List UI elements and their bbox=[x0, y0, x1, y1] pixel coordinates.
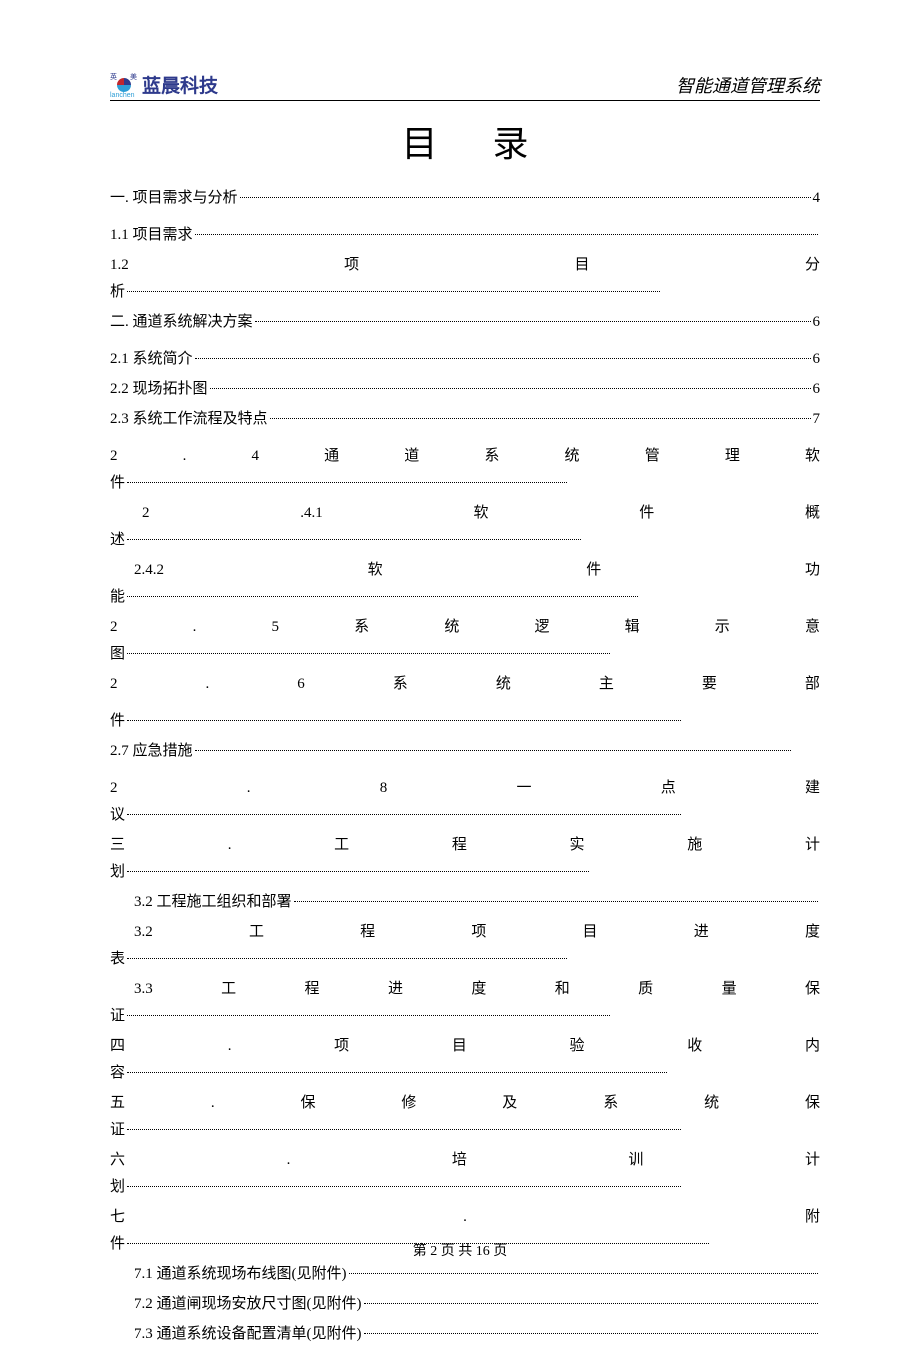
page-header: 英 美 lanchen 蓝晨科技 智能通道管理系统 bbox=[110, 70, 820, 101]
table-of-contents: 一. 项目需求与分析 4 1.1 项目需求 1.2 项 目 分 析 二. 通道系… bbox=[110, 185, 820, 1348]
toc-entry: 2.8一点建 议 bbox=[110, 775, 820, 829]
document-title: 智能通道管理系统 bbox=[676, 72, 820, 98]
toc-entry: 2.4.2软件功 能 bbox=[110, 557, 820, 611]
toc-entry: 3.2工程项目进度 表 bbox=[110, 919, 820, 973]
toc-entry: 2.7 应急措施 bbox=[110, 738, 820, 765]
svg-text:美: 美 bbox=[130, 72, 137, 81]
toc-entry: 2.2 现场拓扑图 6 bbox=[110, 376, 820, 403]
logo-block: 英 美 lanchen 蓝晨科技 bbox=[110, 70, 218, 98]
toc-entry: 1.2 项 目 分 析 bbox=[110, 252, 820, 306]
toc-entry: 3.2 工程施工组织和部署 bbox=[110, 889, 820, 916]
svg-text:英: 英 bbox=[110, 72, 117, 81]
toc-entry: 2.4.1软件概 述 bbox=[110, 500, 820, 554]
company-logo-icon: 英 美 lanchen bbox=[110, 70, 138, 98]
toc-entry: 五.保修及系统保 证 bbox=[110, 1090, 820, 1144]
toc-entry: 3.3工程进度和质量保 证 bbox=[110, 976, 820, 1030]
logo-pinyin: lanchen bbox=[110, 92, 135, 98]
toc-entry: 二. 通道系统解决方案 6 bbox=[110, 309, 820, 336]
toc-entry: 六.培训计 划 bbox=[110, 1147, 820, 1201]
page-title: 目录 bbox=[110, 115, 820, 167]
toc-entry: 三.工程实施计 划 bbox=[110, 832, 820, 886]
toc-entry: 2.1 系统简介 6 bbox=[110, 346, 820, 373]
toc-entry: 7.1 通道系统现场布线图(见附件) bbox=[110, 1261, 820, 1288]
toc-entry: 1.1 项目需求 bbox=[110, 222, 820, 249]
company-name: 蓝晨科技 bbox=[142, 71, 218, 98]
page-footer: 第 2 页 共 16 页 bbox=[0, 1240, 920, 1260]
toc-entry: 一. 项目需求与分析 4 bbox=[110, 185, 820, 212]
toc-entry: 2.6系统主要部 件 bbox=[110, 671, 820, 735]
toc-entry: 四.项目验收内 容 bbox=[110, 1033, 820, 1087]
toc-entry: 2.4通道系统管理软 件 bbox=[110, 443, 820, 497]
toc-entry: 2.3 系统工作流程及特点 7 bbox=[110, 406, 820, 433]
toc-entry: 2.5系统逻辑示意 图 bbox=[110, 614, 820, 668]
toc-entry: 7.2 通道闸现场安放尺寸图(见附件) bbox=[110, 1291, 820, 1318]
toc-entry: 7.3 通道系统设备配置清单(见附件) bbox=[110, 1321, 820, 1348]
